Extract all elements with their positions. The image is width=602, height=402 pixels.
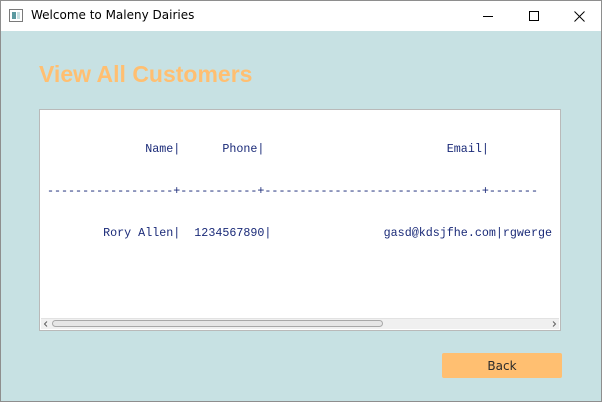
page-title: View All Customers: [39, 61, 253, 87]
scrollbar-thumb[interactable]: [52, 320, 383, 327]
scroll-right-icon[interactable]: [550, 320, 558, 328]
table-row: Rory Allen| 1234567890| gasd@kdsjfhe.com…: [47, 226, 552, 240]
close-icon: [573, 10, 585, 22]
maximize-icon: [529, 11, 539, 21]
title-bar[interactable]: Welcome to Maleny Dairies: [1, 1, 601, 31]
table-header-line: Name| Phone| Email|: [47, 142, 489, 156]
minimize-button[interactable]: [465, 1, 511, 31]
scroll-left-icon[interactable]: [42, 320, 50, 328]
minimize-icon: [483, 16, 493, 17]
customers-text-area[interactable]: Name| Phone| Email| ------------------+-…: [39, 109, 561, 331]
horizontal-scrollbar[interactable]: [41, 318, 559, 329]
maximize-button[interactable]: [511, 1, 557, 31]
close-button[interactable]: [556, 1, 601, 31]
customers-text: Name| Phone| Email| ------------------+-…: [47, 114, 552, 268]
app-window: Welcome to Maleny Dairies View All Custo…: [0, 0, 602, 402]
app-icon: [9, 9, 23, 22]
back-button[interactable]: Back: [442, 353, 562, 378]
window-title: Welcome to Maleny Dairies: [31, 8, 195, 22]
table-separator-line: ------------------+-----------+---------…: [47, 184, 538, 198]
